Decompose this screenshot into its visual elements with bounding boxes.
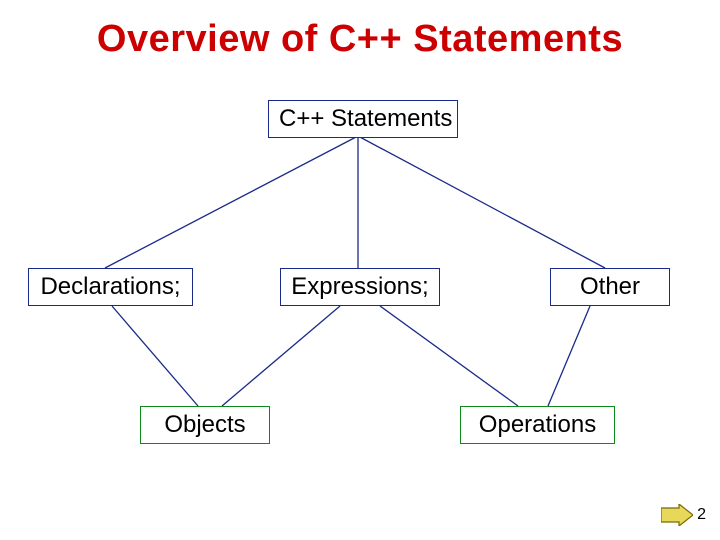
slide-title: Overview of C++ Statements (0, 18, 720, 61)
node-root: C++ Statements (268, 100, 458, 138)
node-operations: Operations (460, 406, 615, 444)
arrow-right-icon (661, 504, 693, 526)
node-expressions: Expressions; (280, 268, 440, 306)
node-other: Other (550, 268, 670, 306)
node-objects: Objects (140, 406, 270, 444)
page-number: 2 (697, 506, 706, 524)
page-number-marker: 2 (661, 504, 706, 526)
node-declarations: Declarations; (28, 268, 193, 306)
slide: Overview of C++ Statements C++ Statement… (0, 0, 720, 540)
